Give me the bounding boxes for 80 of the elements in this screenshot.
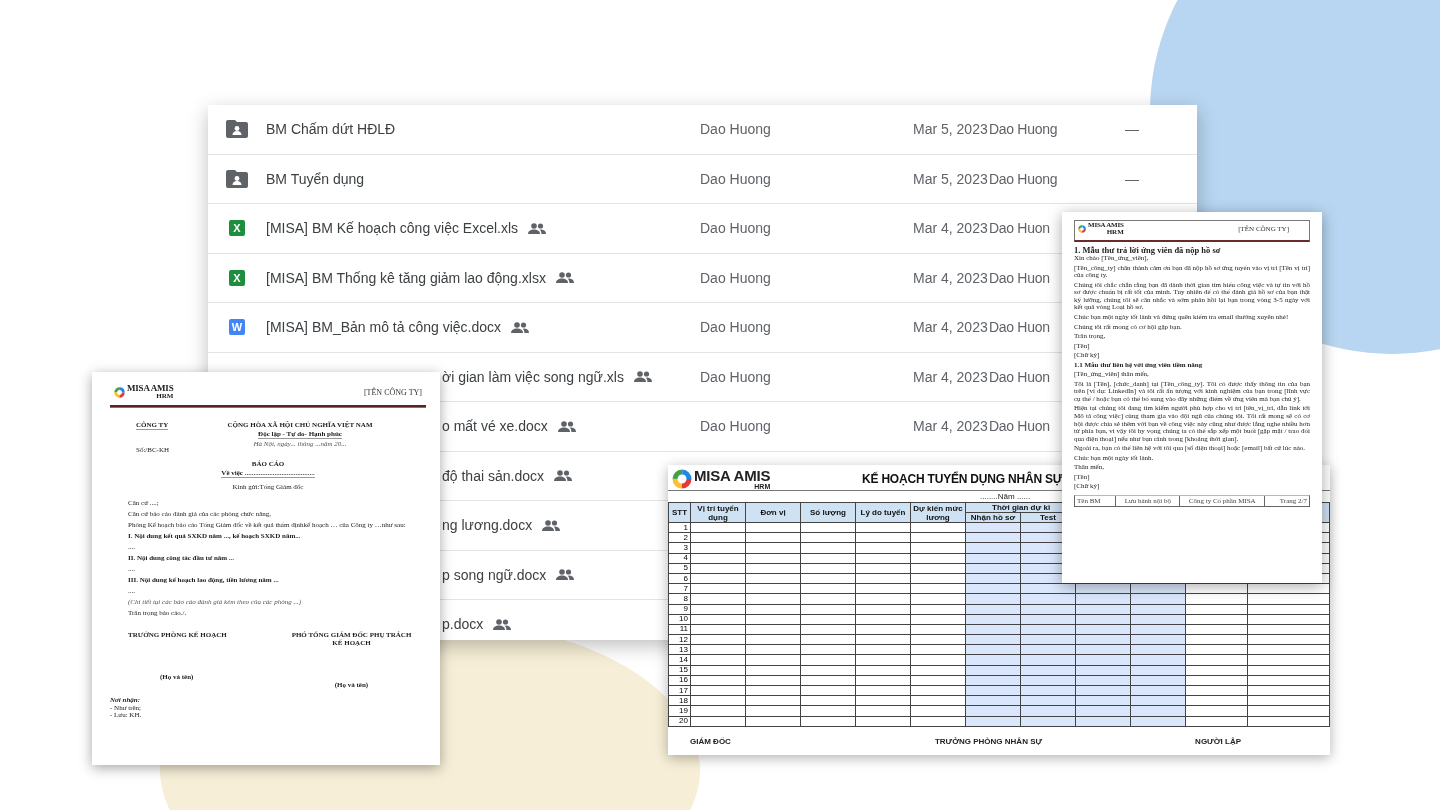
row-number: 16 xyxy=(679,675,688,685)
column-group-header: Thời gian dự ki xyxy=(992,503,1051,512)
column-header: Nhận hồ sơ xyxy=(970,513,1016,522)
modified-date: Mar 5, 2023 xyxy=(913,170,988,187)
shared-folder-icon xyxy=(226,169,248,188)
file-name[interactable]: [MISA] BM Kế hoạch công việc Excel.xls xyxy=(266,220,519,237)
row-number: 1 xyxy=(683,522,688,532)
file-name[interactable]: ời gian làm việc song ngữ.xls xyxy=(442,368,624,385)
file-name[interactable]: BM Tuyển dụng xyxy=(266,170,365,187)
logo-icon xyxy=(1078,225,1086,233)
signer-title: NGƯỜI LẬP xyxy=(1195,736,1241,746)
sheet-title: KẾ HOẠCH TUYỂN DỤNG NHÂN SỰ xyxy=(862,471,1063,486)
row-number: 10 xyxy=(679,614,688,624)
column-header: Vị trí tuyển dụng xyxy=(697,503,739,522)
modified-date: Mar 4, 2023 xyxy=(913,418,988,435)
row-number: 13 xyxy=(679,644,688,654)
row-number: 2 xyxy=(683,532,688,542)
signer-title: TRƯỞNG PHÒNG NHÂN SỰ xyxy=(934,736,1043,746)
modified-by: Dao Huon xyxy=(989,368,1050,385)
owner-name: Dao Huong xyxy=(700,170,771,187)
row-number: 12 xyxy=(679,634,688,644)
modified-date: Mar 4, 2023 xyxy=(913,220,988,237)
column-header: Test xyxy=(1040,513,1056,522)
letter-text: 1. Mẫu thư trả lời ứng viên đã nộp hồ sơ xyxy=(1074,246,1221,256)
file-name[interactable]: p.docx xyxy=(442,616,484,633)
spreadsheet-icon: X xyxy=(229,269,245,286)
file-size: — xyxy=(1125,170,1139,187)
row-number: 11 xyxy=(679,624,688,634)
row-number: 18 xyxy=(679,695,688,705)
row-number: 19 xyxy=(679,705,688,715)
row-number: 6 xyxy=(683,573,688,583)
year-label: ........Năm ...... xyxy=(980,492,1031,501)
modified-by: Dao Huon xyxy=(989,220,1050,237)
file-name[interactable]: [MISA] BM Thống kê tăng giảm lao động.xlsx xyxy=(266,269,546,286)
file-size: — xyxy=(1125,121,1139,138)
shared-folder-icon xyxy=(226,120,248,139)
modified-date: Mar 5, 2023 xyxy=(913,121,988,138)
row-number: 8 xyxy=(683,593,688,603)
file-name[interactable]: [MISA] BM_Bản mô tả công việc.docx xyxy=(266,319,501,336)
document-icon: W xyxy=(229,319,245,336)
modified-date: Mar 4, 2023 xyxy=(913,269,988,286)
modified-by: Dao Huong xyxy=(989,121,1058,138)
row-number: 17 xyxy=(679,685,688,695)
modified-by: Dao Huon xyxy=(989,269,1050,286)
row-number: 4 xyxy=(683,553,688,563)
spreadsheet-icon: X xyxy=(229,220,245,237)
owner-name: Dao Huong xyxy=(700,121,771,138)
modified-date: Mar 4, 2023 xyxy=(913,368,988,385)
owner-name: Dao Huong xyxy=(700,319,771,336)
logo-name: MISA AMIS xyxy=(127,384,174,393)
file-name[interactable]: o mất vé xe.docx xyxy=(442,418,548,435)
owner-name: Dao Huong xyxy=(700,418,771,435)
row-number: 9 xyxy=(683,604,688,614)
modified-by: Dao Huong xyxy=(989,170,1058,187)
row-number: 20 xyxy=(679,716,688,726)
file-name[interactable]: p song ngữ.docx xyxy=(442,566,547,583)
file-name[interactable]: độ thai sản.docx xyxy=(442,467,544,484)
modified-by: Dao Huon xyxy=(989,319,1050,336)
row-number: 5 xyxy=(683,563,688,573)
owner-name: Dao Huong xyxy=(700,269,771,286)
row-number: 15 xyxy=(679,665,688,675)
modified-by: Dao Huon xyxy=(989,418,1050,435)
owner-name: Dao Huong xyxy=(700,368,771,385)
column-header: Dự kiến mức lương xyxy=(913,503,963,522)
company-fill-in-field: [TÊN CÔNG TY] xyxy=(363,387,422,397)
file-name[interactable]: ng lương.docx xyxy=(442,517,533,534)
column-header: Số lượng xyxy=(810,508,846,517)
column-header: Đơn vị xyxy=(760,508,786,517)
column-header: STT xyxy=(671,508,688,517)
row-number: 14 xyxy=(679,655,688,665)
file-name[interactable]: BM Chấm dứt HĐLĐ xyxy=(266,121,396,138)
owner-name: Dao Huong xyxy=(700,220,771,237)
row-number: 3 xyxy=(683,542,688,552)
logo-icon xyxy=(672,468,692,489)
signer-title: GIÁM ĐỐC xyxy=(690,736,731,746)
modified-date: Mar 4, 2023 xyxy=(913,319,988,336)
logo-icon xyxy=(114,386,125,398)
column-header: Lý do tuyển xyxy=(860,508,906,517)
logo-name: MISA AMIS xyxy=(694,467,771,483)
row-number: 7 xyxy=(683,583,688,593)
